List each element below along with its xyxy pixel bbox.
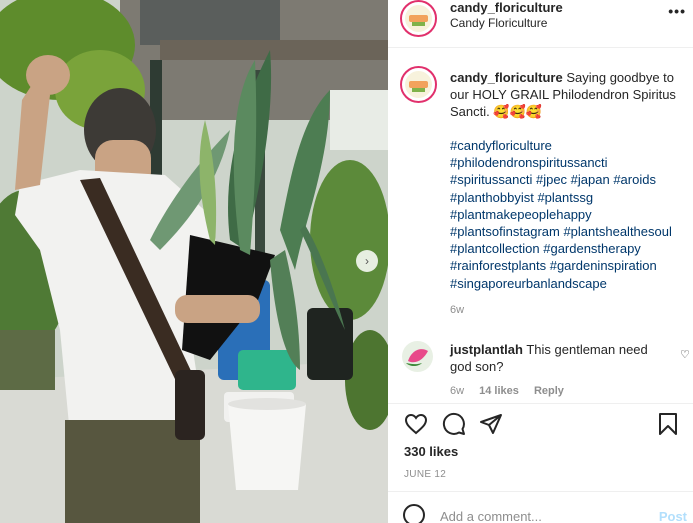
header-divider xyxy=(388,47,693,48)
chevron-right-icon: › xyxy=(365,254,369,268)
hashtag-line[interactable]: #spiritussancti #jpec #japan #aroids xyxy=(450,171,693,188)
comment-timestamp[interactable]: 6w xyxy=(450,385,464,397)
emoji-icon[interactable] xyxy=(403,504,425,523)
comment-input-divider xyxy=(388,491,693,492)
comment-username[interactable]: justplantlah xyxy=(450,342,523,357)
like-count[interactable]: 330 likes xyxy=(404,444,458,459)
candy-logo-icon xyxy=(409,81,428,92)
add-comment-bar: Add a comment... Post xyxy=(388,498,693,523)
post-date[interactable]: JUNE 12 xyxy=(404,469,446,480)
actions-divider xyxy=(388,403,693,404)
hashtag-list: #candyfloriculture #philodendronspiritus… xyxy=(450,137,693,292)
hashtag-line[interactable]: #rainforestplants #gardeninspiration xyxy=(450,257,693,274)
hashtag-line[interactable]: #planthobbyist #plantssg xyxy=(450,189,693,206)
comment-like-count[interactable]: 14 likes xyxy=(479,385,519,397)
add-comment-input[interactable]: Add a comment... xyxy=(440,509,542,523)
bookmark-icon[interactable] xyxy=(656,412,682,438)
caption-timestamp[interactable]: 6w xyxy=(450,304,464,316)
hashtag-line[interactable]: #plantcollection #gardenstherapy xyxy=(450,240,693,257)
avatar-logo-image xyxy=(405,5,432,32)
comment-icon[interactable] xyxy=(442,412,468,438)
post-header: candy_floriculture Candy Floriculture ••… xyxy=(400,0,690,44)
hashtag-line[interactable]: #plantsofinstagram #plantshealthesoul xyxy=(450,223,693,240)
post-sidebar: candy_floriculture Candy Floriculture ••… xyxy=(388,0,693,523)
justplantlah-avatar-icon xyxy=(406,349,428,366)
caption-username[interactable]: candy_floriculture xyxy=(450,70,563,85)
comment-reply-button[interactable]: Reply xyxy=(534,385,564,397)
caption-text-block: candy_floriculture Saying goodbye to our… xyxy=(450,69,693,120)
comment-avatar[interactable] xyxy=(402,341,433,372)
comment-like-heart-icon[interactable]: ♡ xyxy=(680,348,690,361)
carousel-next-button[interactable]: › xyxy=(356,250,378,272)
header-full-name: Candy Floriculture xyxy=(450,16,548,30)
nursery-photo-illustration xyxy=(0,0,388,523)
caption-avatar[interactable] xyxy=(400,66,437,103)
hashtag-line[interactable]: #philodendronspiritussancti xyxy=(450,154,693,171)
hashtag-line[interactable]: #candyfloriculture xyxy=(450,137,693,154)
header-avatar[interactable] xyxy=(400,0,437,37)
comment-meta: 6w 14 likes Reply xyxy=(450,385,576,397)
post-comment-button[interactable]: Post xyxy=(659,509,687,523)
post-photo[interactable]: › xyxy=(0,0,388,523)
more-horizontal-icon[interactable]: ••• xyxy=(668,3,686,19)
heart-icon[interactable] xyxy=(404,412,430,438)
header-username[interactable]: candy_floriculture xyxy=(450,0,563,15)
post-actions xyxy=(400,412,690,438)
send-icon[interactable] xyxy=(479,412,505,438)
hashtag-line[interactable]: #plantmakepeoplehappy xyxy=(450,206,693,223)
candy-logo-icon xyxy=(409,15,428,26)
comment-text-block: justplantlah This gentleman need god son… xyxy=(450,341,670,375)
avatar-logo-image xyxy=(405,71,432,98)
hashtag-line[interactable]: #singaporeurbanlandscape xyxy=(450,275,693,292)
